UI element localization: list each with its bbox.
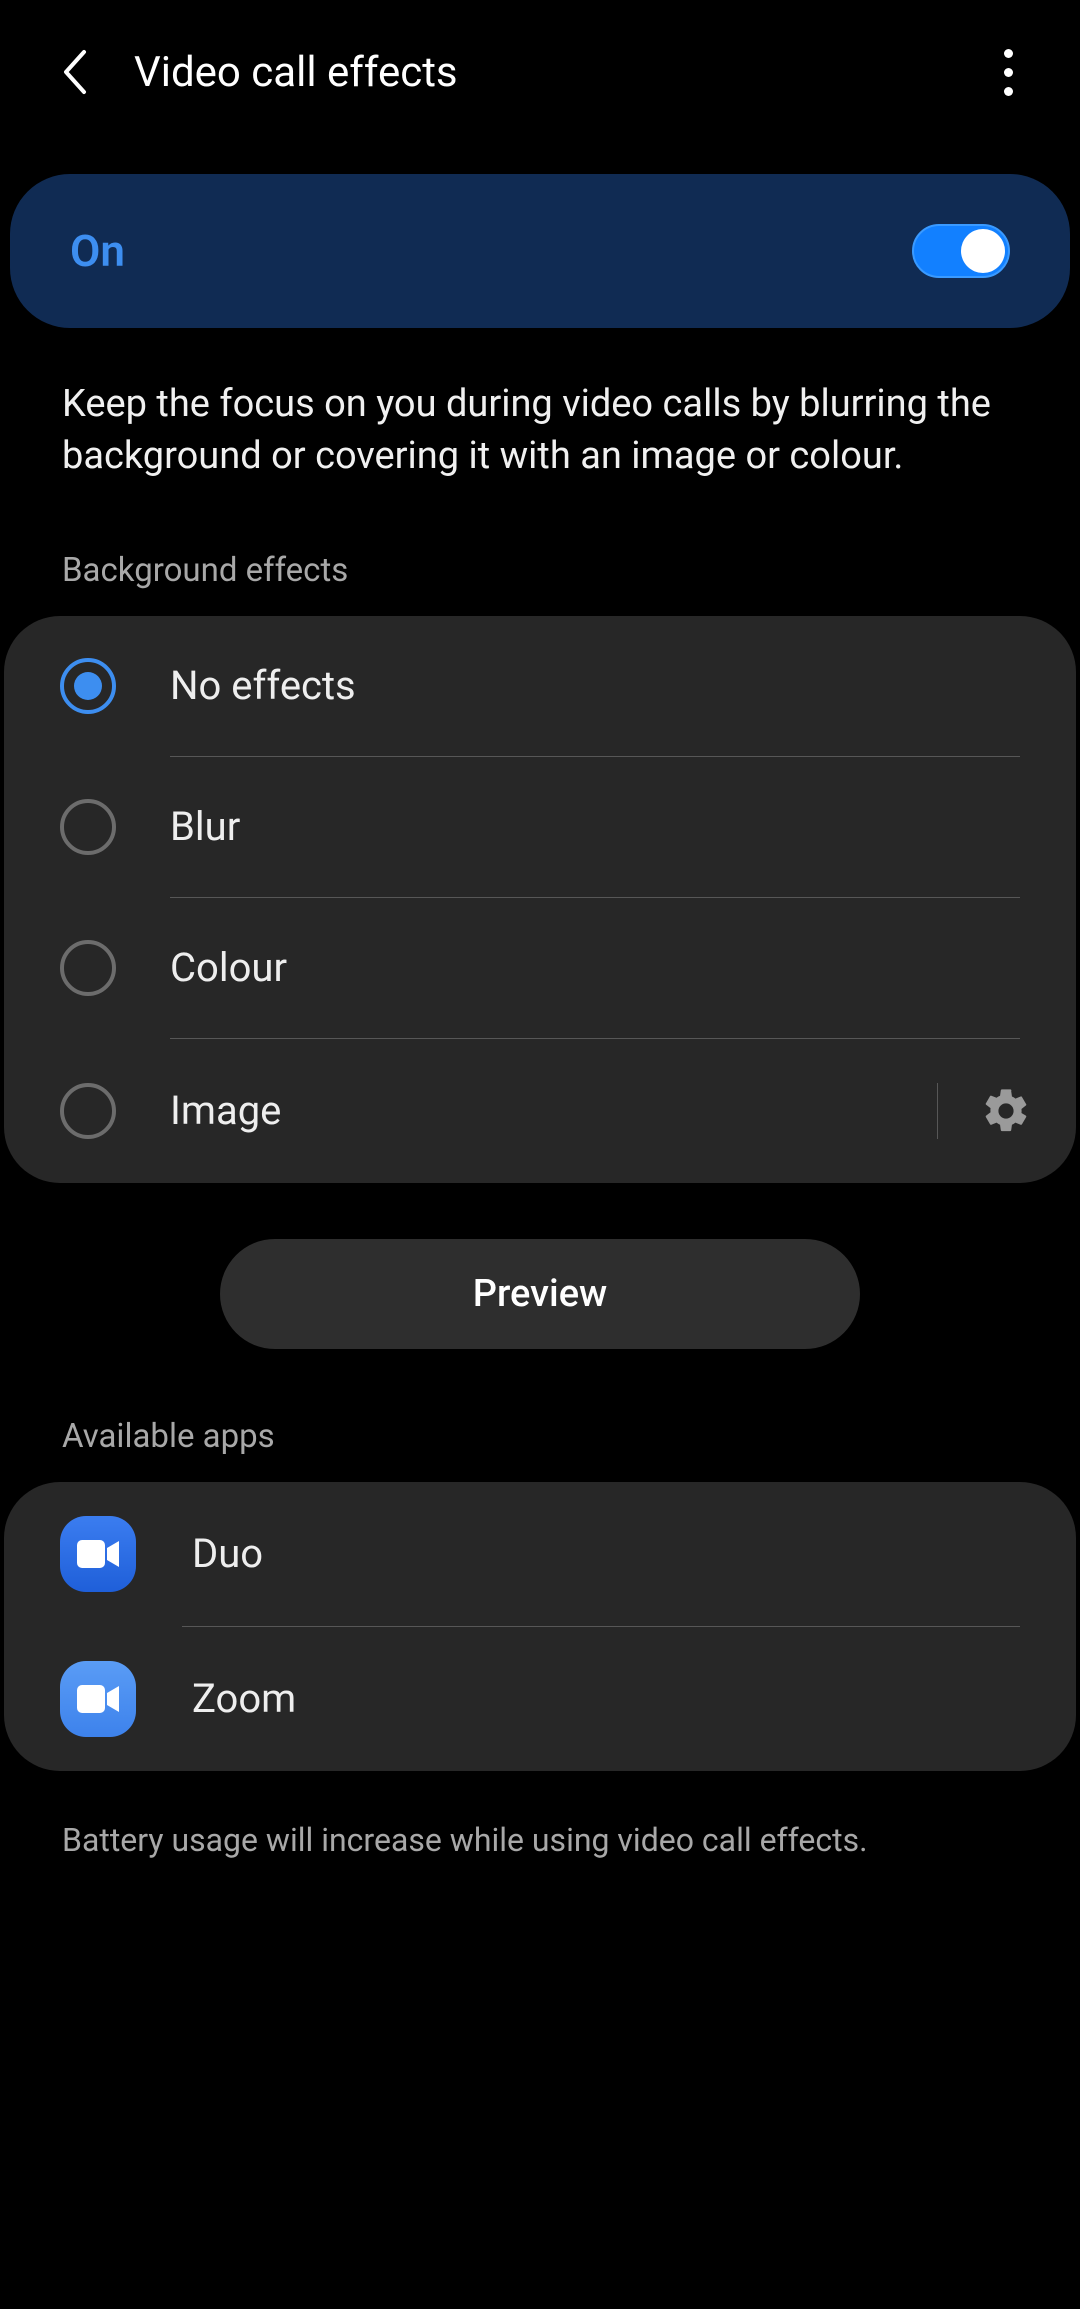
app-label: Zoom bbox=[192, 1675, 296, 1722]
background-effects-card: No effects Blur Colour Image bbox=[4, 616, 1076, 1183]
radio-label: Image bbox=[170, 1087, 899, 1134]
radio-button[interactable] bbox=[60, 940, 116, 996]
video-camera-icon bbox=[77, 1683, 119, 1715]
radio-button[interactable] bbox=[60, 799, 116, 855]
radio-button[interactable] bbox=[60, 1083, 116, 1139]
app-label: Duo bbox=[192, 1530, 263, 1577]
preview-button-label: Preview bbox=[473, 1272, 608, 1316]
section-header-background-effects: Background effects bbox=[0, 483, 1080, 610]
gear-icon bbox=[980, 1085, 1032, 1137]
zoom-app-icon bbox=[60, 1661, 136, 1737]
radio-row-no-effects[interactable]: No effects bbox=[4, 616, 1076, 756]
vertical-divider bbox=[937, 1083, 938, 1139]
available-apps-card: Duo Zoom bbox=[4, 1482, 1076, 1771]
master-toggle-label: On bbox=[70, 225, 125, 277]
video-camera-icon bbox=[77, 1538, 119, 1570]
duo-app-icon bbox=[60, 1516, 136, 1592]
radio-row-colour[interactable]: Colour bbox=[4, 898, 1076, 1038]
page-title: Video call effects bbox=[134, 48, 984, 97]
footer-note: Battery usage will increase while using … bbox=[0, 1771, 1080, 1859]
master-toggle-switch[interactable] bbox=[912, 224, 1010, 278]
master-toggle-row[interactable]: On bbox=[10, 174, 1070, 328]
radio-label: No effects bbox=[170, 662, 1020, 709]
app-row-duo[interactable]: Duo bbox=[4, 1482, 1076, 1626]
header: Video call effects bbox=[0, 0, 1080, 144]
image-settings-button[interactable] bbox=[976, 1081, 1036, 1141]
more-options-icon bbox=[1004, 49, 1013, 58]
app-row-zoom[interactable]: Zoom bbox=[4, 1627, 1076, 1771]
radio-label: Colour bbox=[170, 944, 1020, 991]
radio-row-blur[interactable]: Blur bbox=[4, 757, 1076, 897]
feature-description: Keep the focus on you during video calls… bbox=[0, 328, 1080, 483]
preview-button[interactable]: Preview bbox=[220, 1239, 860, 1349]
chevron-left-icon bbox=[60, 48, 88, 96]
more-options-button[interactable] bbox=[984, 40, 1032, 104]
section-header-available-apps: Available apps bbox=[0, 1349, 1080, 1476]
switch-thumb bbox=[961, 229, 1005, 273]
back-button[interactable] bbox=[54, 52, 94, 92]
radio-label: Blur bbox=[170, 803, 1020, 850]
radio-row-image[interactable]: Image bbox=[4, 1039, 1076, 1183]
radio-button[interactable] bbox=[60, 658, 116, 714]
